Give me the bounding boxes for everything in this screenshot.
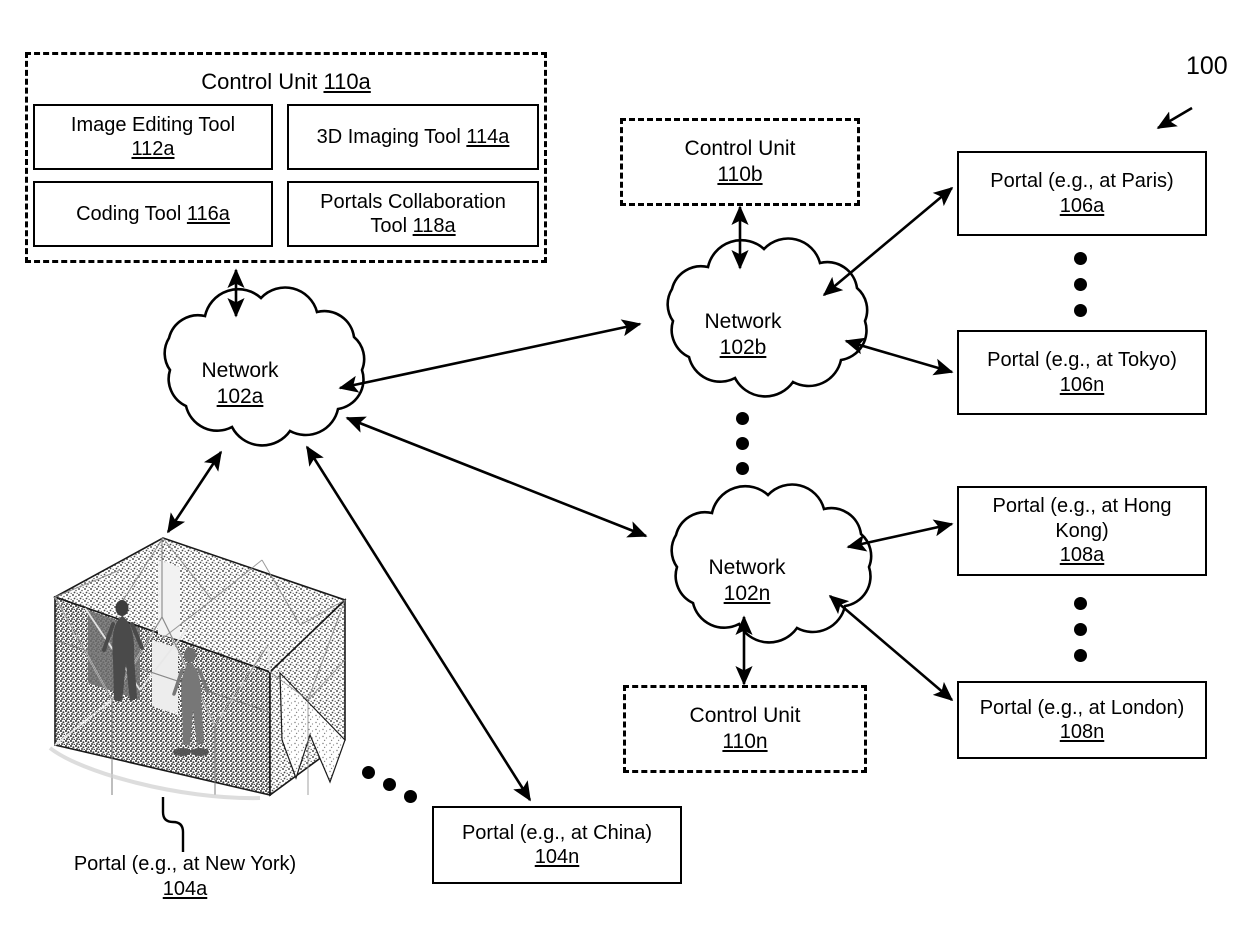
portal-china-box[interactable]	[432, 806, 682, 884]
portal-paris-box[interactable]	[957, 151, 1207, 236]
tool-box-3d-imaging[interactable]	[287, 104, 539, 170]
figure-ref-arrow	[1156, 106, 1193, 130]
portal-hong-kong-box[interactable]	[957, 486, 1207, 576]
ellipsis-dot-106-1	[1074, 252, 1087, 265]
ellipsis-dot-104-3	[404, 790, 417, 803]
patent-figure-100: Control Unit 110a Image Editing Tool 112…	[0, 0, 1240, 929]
arrow-net102a-newyork	[166, 450, 223, 534]
ellipsis-dot-104-1	[362, 766, 375, 779]
tool-box-coding[interactable]	[33, 181, 273, 247]
control-unit-110n-box[interactable]	[623, 685, 867, 773]
ellipsis-dot-104-2	[383, 778, 396, 791]
ellipsis-dot-106-2	[1074, 278, 1087, 291]
arrow-net102a-net102n	[345, 416, 648, 538]
portal-new-york-illustration	[48, 537, 347, 801]
ellipsis-dot-108-2	[1074, 623, 1087, 636]
ellipsis-dot-108-1	[1074, 597, 1087, 610]
tool-box-image-editing[interactable]	[33, 104, 273, 170]
ellipsis-dot-102-3	[736, 462, 749, 475]
arrow-net102b-tokyo	[844, 337, 954, 376]
portal-tokyo-box[interactable]	[957, 330, 1207, 415]
portal-new-york-caption: Portal (e.g., at New York) 104a	[73, 853, 297, 900]
ellipsis-dot-106-3	[1074, 304, 1087, 317]
arrow-net102a-net102b	[338, 319, 642, 393]
control-unit-110b-box[interactable]	[620, 118, 860, 206]
network-102a-cloud	[163, 286, 366, 447]
network-102b-cloud	[666, 237, 869, 398]
ellipsis-dot-108-3	[1074, 649, 1087, 662]
tool-box-portals-collaboration[interactable]	[287, 181, 539, 247]
portal-london-box[interactable]	[957, 681, 1207, 759]
ellipsis-dot-102-2	[736, 437, 749, 450]
figure-number: 100	[1186, 52, 1228, 80]
portal-104a-leader-line	[161, 797, 185, 852]
ellipsis-dot-102-1	[736, 412, 749, 425]
network-102n-cloud	[670, 483, 873, 644]
